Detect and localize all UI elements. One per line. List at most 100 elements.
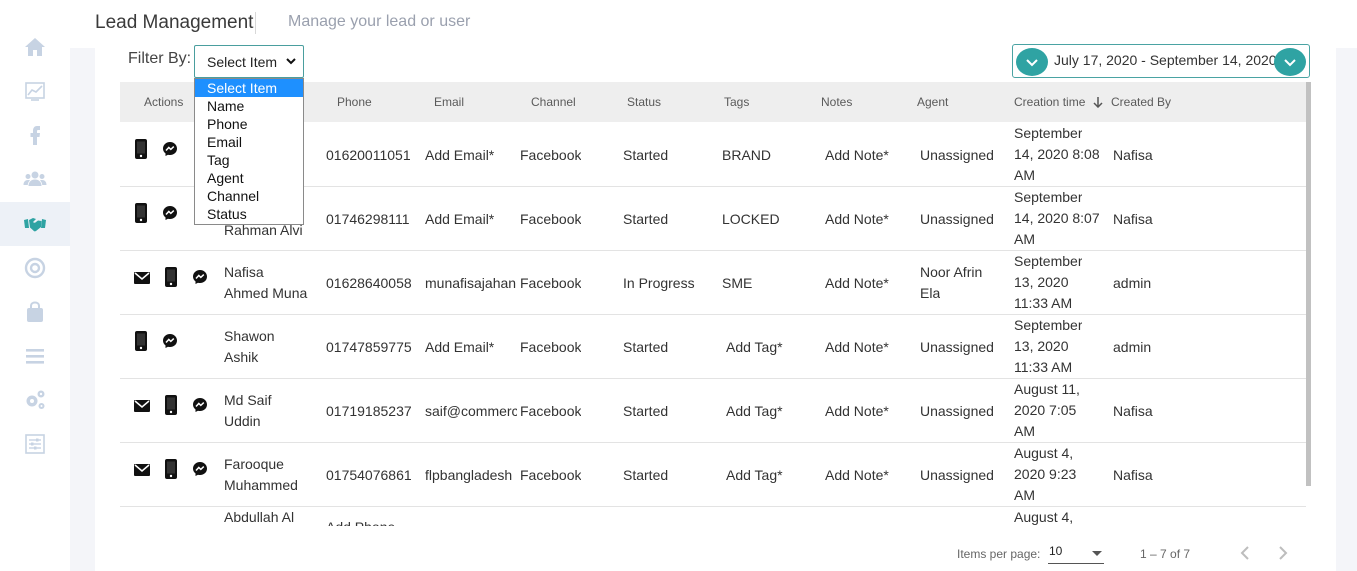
mobile-phone-icon[interactable]	[134, 203, 148, 223]
cell-agent[interactable]: Unassigned	[920, 465, 994, 486]
messenger-icon[interactable]	[162, 333, 178, 349]
cell-name-line1[interactable]: Abdullah Al	[224, 507, 312, 526]
cell-email[interactable]: flpbangladesh	[425, 465, 517, 486]
sidebar-item-products[interactable]	[0, 290, 70, 334]
column-header-creation-time[interactable]: Creation time	[1014, 95, 1085, 109]
filter-option-select-item[interactable]: Select Item	[195, 79, 303, 97]
column-header-email[interactable]: Email	[434, 95, 464, 109]
cell-agent-line2[interactable]: Ela	[920, 283, 940, 304]
cell-email[interactable]: munafisajahan	[425, 273, 517, 294]
cell-creation-time-line3: 11:33 AM	[1014, 359, 1073, 375]
cell-tags[interactable]: LOCKED	[722, 209, 780, 230]
filter-option-status[interactable]: Status	[195, 205, 303, 223]
cell-name-line2[interactable]: Ahmed Muna	[224, 283, 312, 304]
cell-agent[interactable]: Unassigned	[920, 337, 994, 358]
date-start-toggle[interactable]	[1016, 48, 1048, 76]
column-header-tags[interactable]: Tags	[724, 95, 749, 109]
cell-name-line2[interactable]: Muhammed	[224, 475, 312, 496]
cell-notes[interactable]: Add Note*	[825, 465, 889, 486]
column-header-notes[interactable]: Notes	[821, 95, 852, 109]
cell-email[interactable]: Add Email*	[425, 337, 517, 358]
sort-arrow-down-icon[interactable]	[1092, 96, 1104, 108]
cell-notes[interactable]: Add Note*	[825, 337, 889, 358]
messenger-icon[interactable]	[162, 205, 178, 221]
cell-created-by: admin	[1113, 275, 1152, 291]
sidebar-item-settings[interactable]	[0, 378, 70, 422]
cell-notes[interactable]: Add Note*	[825, 209, 889, 230]
cell-name-line2[interactable]: Uddin	[224, 411, 312, 432]
items-per-page-select[interactable]: 10	[1048, 544, 1104, 564]
sidebar-item-leads[interactable]	[0, 202, 70, 246]
sliders-icon	[25, 434, 45, 454]
cell-email[interactable]: Add Email*	[425, 145, 517, 166]
sidebar-item-facebook[interactable]	[0, 113, 70, 157]
column-header-status[interactable]: Status	[627, 95, 661, 109]
filter-option-tag[interactable]: Tag	[195, 151, 303, 169]
table-row[interactable]: Shawon Ashik 01747859775 Add Email* Face…	[120, 315, 1306, 379]
cell-agent-line1[interactable]: Noor Afrin	[920, 262, 982, 283]
target-icon	[24, 257, 46, 279]
filter-option-channel[interactable]: Channel	[195, 187, 303, 205]
filter-option-agent[interactable]: Agent	[195, 169, 303, 187]
cell-name-line1[interactable]: Farooque	[224, 454, 312, 475]
cell-tags[interactable]: Add Tag*	[726, 401, 783, 422]
messenger-icon[interactable]	[162, 141, 178, 157]
email-icon[interactable]	[134, 400, 150, 412]
mobile-phone-icon[interactable]	[164, 267, 178, 287]
table-row[interactable]: Abdullah Al Add Phone August 4,	[120, 507, 1306, 526]
previous-page-icon[interactable]	[1235, 543, 1255, 563]
email-icon[interactable]	[134, 272, 150, 284]
cell-tags[interactable]: Add Tag*	[726, 337, 783, 358]
sidebar-item-users[interactable]	[0, 157, 70, 201]
row-actions	[134, 267, 208, 287]
cell-tags[interactable]: BRAND	[722, 145, 771, 166]
sidebar-item-analytics[interactable]	[0, 69, 70, 113]
mobile-phone-icon[interactable]	[164, 395, 178, 415]
filter-select[interactable]: Select Item	[194, 45, 304, 78]
filter-option-phone[interactable]: Phone	[195, 115, 303, 133]
cell-name-line2[interactable]: Ashik	[224, 347, 312, 368]
cell-name-line1[interactable]: Shawon	[224, 326, 312, 347]
cell-email[interactable]: saif@commerce	[425, 401, 517, 422]
sidebar-item-configuration[interactable]	[0, 422, 70, 466]
messenger-icon[interactable]	[192, 461, 208, 477]
sidebar-item-target[interactable]	[0, 246, 70, 290]
filter-option-name[interactable]: Name	[195, 97, 303, 115]
cell-creation-time-line3: AM	[1014, 167, 1035, 183]
cell-tags[interactable]: SME	[722, 273, 752, 294]
column-header-agent[interactable]: Agent	[917, 95, 948, 109]
cell-name-line1[interactable]: Nafisa	[224, 262, 312, 283]
messenger-icon[interactable]	[192, 269, 208, 285]
table-scrollbar[interactable]	[1306, 82, 1311, 486]
filter-option-email[interactable]: Email	[195, 133, 303, 151]
cell-tags[interactable]: Add Tag*	[726, 465, 783, 486]
next-page-icon[interactable]	[1273, 543, 1293, 563]
cell-notes[interactable]: Add Note*	[825, 401, 889, 422]
cell-name-line1[interactable]: Md Saif	[224, 390, 312, 411]
column-header-created-by[interactable]: Created By	[1111, 95, 1171, 109]
cell-notes[interactable]: Add Note*	[825, 273, 889, 294]
mobile-phone-icon[interactable]	[134, 331, 148, 351]
mobile-phone-icon[interactable]	[134, 139, 148, 159]
table-row[interactable]: Nafisa Ahmed Muna 01628640058 munafisaja…	[120, 251, 1306, 315]
cell-agent[interactable]: Unassigned	[920, 209, 994, 230]
email-icon[interactable]	[134, 464, 150, 476]
table-row[interactable]: Farooque Muhammed 01754076861 flpbanglad…	[120, 443, 1306, 507]
sidebar-item-home[interactable]	[0, 25, 70, 69]
cell-notes[interactable]: Add Note*	[825, 145, 889, 166]
mobile-phone-icon[interactable]	[164, 459, 178, 479]
date-range-picker[interactable]: July 17, 2020 - September 14, 2020	[1012, 44, 1310, 78]
column-header-channel[interactable]: Channel	[531, 95, 576, 109]
page-header: Lead Management Manage your lead or user	[70, 0, 1357, 48]
cell-email[interactable]: Add Email*	[425, 209, 517, 230]
cell-phone[interactable]: Add Phone	[326, 517, 395, 526]
cell-channel: Facebook	[520, 147, 582, 163]
cell-channel: Facebook	[520, 211, 582, 227]
table-row[interactable]: Md Saif Uddin 01719185237 saif@commerce …	[120, 379, 1306, 443]
sidebar-item-menu[interactable]	[0, 334, 70, 378]
column-header-phone[interactable]: Phone	[337, 95, 372, 109]
cell-agent[interactable]: Unassigned	[920, 145, 994, 166]
date-end-toggle[interactable]	[1274, 48, 1306, 76]
messenger-icon[interactable]	[192, 397, 208, 413]
cell-agent[interactable]: Unassigned	[920, 401, 994, 422]
